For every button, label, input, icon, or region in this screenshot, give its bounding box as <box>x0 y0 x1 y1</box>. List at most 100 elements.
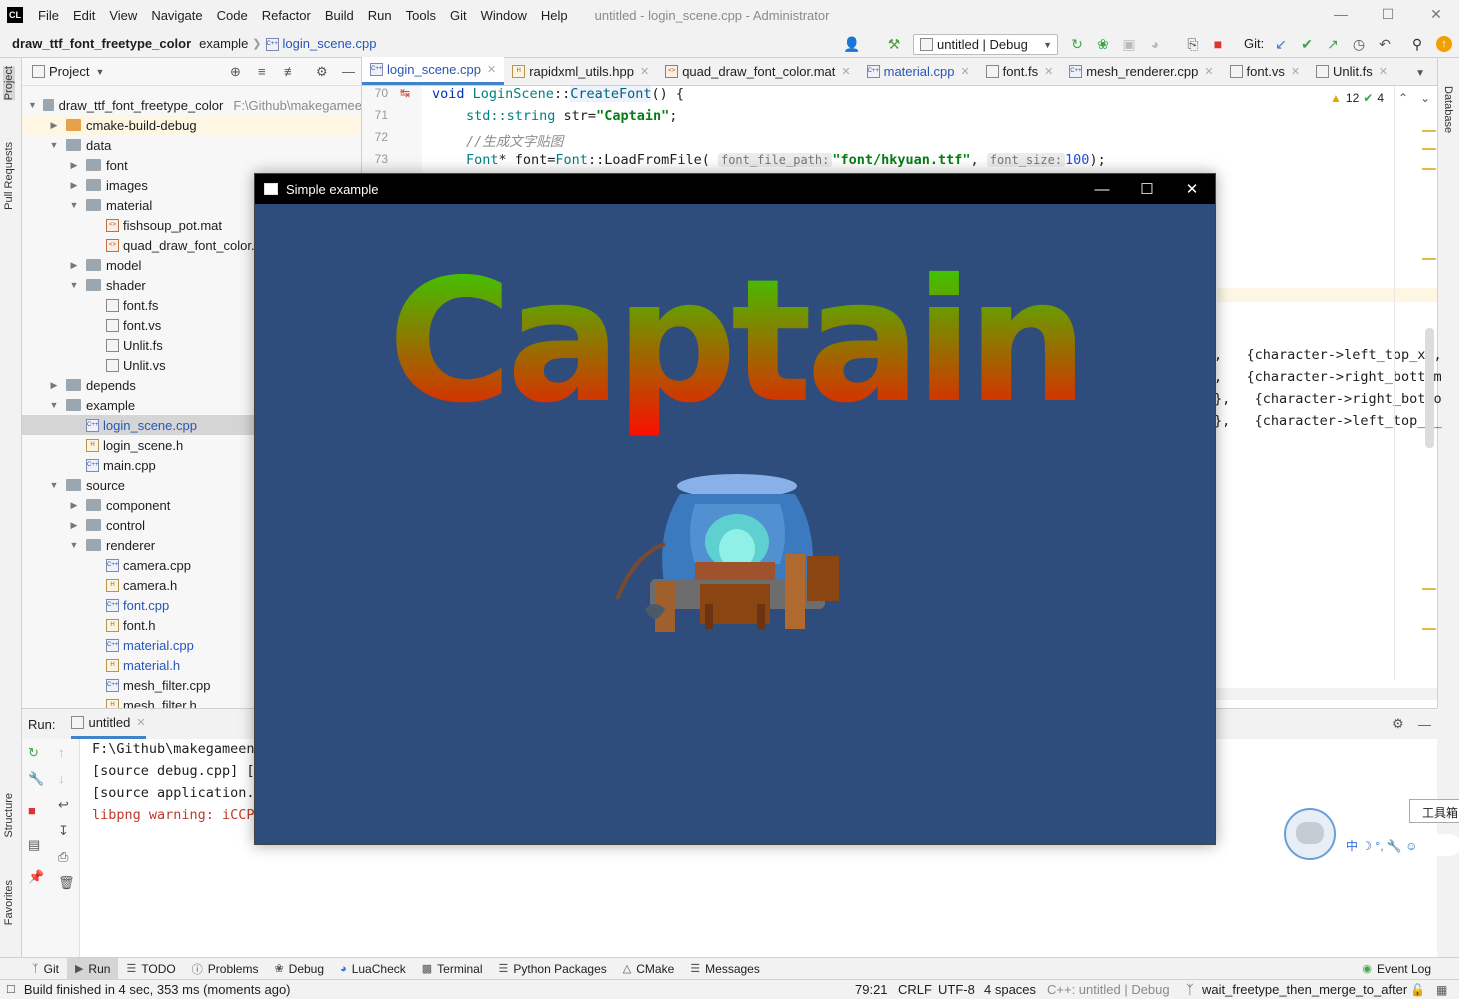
menu-git[interactable]: Git <box>443 8 474 23</box>
breadcrumb-file[interactable]: C++ login_scene.cpp <box>262 36 381 52</box>
indent-setting[interactable]: 4 spaces <box>984 982 1036 997</box>
ime-toolbar[interactable]: 工具箱 中 ☽ °, 🔧 ☺ <box>1284 799 1459 863</box>
chevron-down-icon[interactable]: ▼ <box>68 280 80 290</box>
git-branch[interactable]: wait_freetype_then_merge_to_after <box>1202 982 1407 997</box>
stop-icon[interactable]: ■ <box>28 803 36 818</box>
project-tool-tab[interactable]: Project <box>3 66 15 101</box>
chevron-right-icon[interactable]: ▶ <box>68 180 80 191</box>
git-push-icon[interactable]: ↗ <box>1325 36 1341 52</box>
tool-run[interactable]: ▶ Run <box>66 957 119 980</box>
chevron-down-icon[interactable]: ▼ <box>48 140 60 150</box>
structure-tool-tab[interactable]: Structure <box>3 793 15 838</box>
inspection-widget[interactable]: ▲ 12 ✔ 4 ⌃ ⌄ <box>1330 91 1430 105</box>
menu-run[interactable]: Run <box>361 8 399 23</box>
update-icon[interactable]: ↑ <box>1436 36 1452 52</box>
chevron-down-icon[interactable]: ▼ <box>48 480 60 490</box>
close-icon[interactable]: ✕ <box>960 65 969 78</box>
override-marker-icon[interactable]: ↹ <box>400 86 410 100</box>
print-icon[interactable]: ⎙ <box>58 849 68 865</box>
menu-window[interactable]: Window <box>474 8 534 23</box>
tab-font-fs[interactable]: font.fs ✕ <box>978 57 1062 85</box>
close-icon[interactable]: ✕ <box>487 63 496 76</box>
chevron-right-icon[interactable]: ▶ <box>68 500 80 511</box>
code-line-70[interactable]: void LoginScene::CreateFont() { <box>432 86 684 102</box>
chevron-right-icon[interactable]: ▶ <box>48 380 60 391</box>
menu-file[interactable]: File <box>31 8 66 23</box>
menu-code[interactable]: Code <box>210 8 255 23</box>
rerun-icon[interactable]: ↻ <box>28 745 39 761</box>
tool-problems[interactable]: ⓘ Problems <box>184 958 267 980</box>
tool-git[interactable]: ᛉ Git <box>24 958 67 980</box>
tab-login-scene-cpp[interactable]: C++ login_scene.cpp ✕ <box>362 57 505 85</box>
menu-view[interactable]: View <box>102 8 144 23</box>
hide-icon[interactable]: — <box>1418 717 1431 732</box>
project-panel-title[interactable]: Project <box>49 64 89 79</box>
tab-unlit-fs[interactable]: Unlit.fs ✕ <box>1308 57 1396 85</box>
close-icon[interactable]: ✕ <box>1169 174 1215 204</box>
soft-wrap-icon[interactable]: ↩ <box>58 797 69 813</box>
expand-all-icon[interactable]: ≡ <box>258 64 266 79</box>
debug-bug-icon[interactable]: ❀ <box>1095 36 1111 52</box>
maximize-icon[interactable]: ☐ <box>1378 4 1398 24</box>
build-hammer-icon[interactable]: ⚒ <box>886 36 902 52</box>
chevron-right-icon[interactable]: ▶ <box>68 260 80 271</box>
close-icon[interactable]: ✕ <box>1204 65 1213 78</box>
close-icon[interactable]: ✕ <box>1426 4 1446 24</box>
attach-icon[interactable]: ⎘ <box>1185 36 1201 52</box>
chevron-right-icon[interactable]: ▶ <box>68 160 80 171</box>
tool-messages[interactable]: ☰ Messages <box>682 958 768 980</box>
menu-build[interactable]: Build <box>318 8 361 23</box>
stop-icon[interactable]: ■ <box>1210 36 1226 52</box>
code-line-72[interactable]: //生成文字贴图 <box>466 130 563 150</box>
close-icon[interactable]: ✕ <box>640 65 649 78</box>
menu-help[interactable]: Help <box>534 8 575 23</box>
close-icon[interactable]: ✕ <box>1044 65 1053 78</box>
menu-navigate[interactable]: Navigate <box>144 8 209 23</box>
tree-item[interactable]: ▼ data <box>22 135 361 155</box>
tabs-overflow-icon[interactable]: ▼ <box>1415 68 1425 79</box>
previous-highlight-icon[interactable]: ⌃ <box>1398 91 1408 105</box>
pull-requests-tool-tab[interactable]: Pull Requests <box>3 142 15 210</box>
pin-icon[interactable]: 📌 <box>28 869 44 885</box>
tool-todo[interactable]: ☰ TODO <box>118 958 183 980</box>
tool-event-log[interactable]: ◉ Event Log <box>1354 958 1439 980</box>
chevron-right-icon[interactable]: ▶ <box>68 520 80 531</box>
favorites-tool-tab[interactable]: Favorites <box>3 880 15 925</box>
git-rollback-icon[interactable]: ↶ <box>1377 36 1393 52</box>
gear-icon[interactable]: ⚙ <box>1392 716 1404 732</box>
tool-python-packages[interactable]: ☰ Python Packages <box>491 958 615 980</box>
search-icon[interactable]: ⚲ <box>1409 36 1425 52</box>
partial-code-line[interactable]: }, {character->right_botto <box>1214 391 1442 407</box>
menu-edit[interactable]: Edit <box>66 8 102 23</box>
close-icon[interactable]: ✕ <box>841 65 850 78</box>
tab-mesh-renderer-cpp[interactable]: C++ mesh_renderer.cpp ✕ <box>1061 57 1221 85</box>
git-history-icon[interactable]: ◷ <box>1351 36 1367 52</box>
profile-icon[interactable]: ◕ <box>1147 36 1163 52</box>
editor-scrollbar[interactable] <box>1425 328 1434 448</box>
collapse-all-icon[interactable]: ≢ <box>284 64 297 79</box>
tab-font-vs[interactable]: font.vs ✕ <box>1222 57 1309 85</box>
down-arrow-icon[interactable]: ↓ <box>58 771 65 786</box>
partial-code-line[interactable]: , {character->right_bottom <box>1214 369 1442 385</box>
locate-icon[interactable]: ⊕ <box>230 64 241 80</box>
close-icon[interactable]: ✕ <box>1291 65 1300 78</box>
minimize-icon[interactable]: — <box>1331 4 1351 24</box>
up-arrow-icon[interactable]: ↑ <box>58 745 65 760</box>
ime-avatar-icon[interactable] <box>1284 808 1336 860</box>
hide-icon[interactable]: — <box>342 64 355 79</box>
code-line-73[interactable]: Font* font=Font::LoadFromFile( font_file… <box>466 152 1106 168</box>
file-encoding[interactable]: UTF-8 <box>938 982 975 997</box>
tool-cmake[interactable]: △ CMake <box>615 958 682 980</box>
tree-item[interactable]: ▶ font <box>22 155 361 175</box>
scroll-to-end-icon[interactable]: ↧ <box>58 823 69 839</box>
simple-example-window[interactable]: Simple example — ☐ ✕ Captain <box>254 173 1216 845</box>
partial-code-line[interactable]: }, {character->left_top_x_ <box>1214 413 1442 429</box>
layout-icon[interactable]: ▤ <box>28 837 40 853</box>
close-icon[interactable]: ✕ <box>136 716 145 729</box>
database-tool-tab[interactable]: Database <box>1442 86 1454 133</box>
line-separator[interactable]: CRLF <box>898 982 932 997</box>
breadcrumb-project[interactable]: draw_ttf_font_freetype_color <box>8 36 195 51</box>
git-update-icon[interactable]: ↙ <box>1273 36 1289 52</box>
menu-tools[interactable]: Tools <box>399 8 443 23</box>
tool-terminal[interactable]: ▩ Terminal <box>414 958 491 980</box>
